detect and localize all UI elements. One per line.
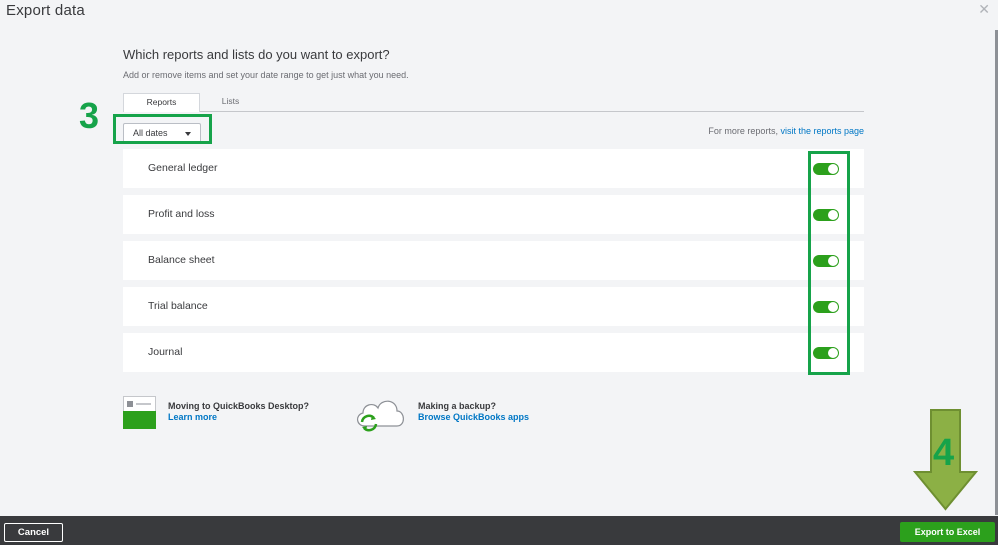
desktop-app-icon [123, 396, 156, 429]
report-label: Profit and loss [148, 208, 215, 220]
learn-more-link[interactable]: Learn more [168, 412, 309, 423]
report-label: Journal [148, 346, 183, 358]
export-to-excel-button[interactable]: Export to Excel [900, 522, 995, 542]
tab-bar: Reports Lists [123, 93, 864, 112]
cloud-sync-icon [357, 400, 404, 432]
cancel-button[interactable]: Cancel [4, 523, 63, 542]
close-icon[interactable]: ✕ [978, 2, 990, 16]
report-row-profit-and-loss: Profit and loss [123, 195, 864, 234]
tab-reports[interactable]: Reports [123, 93, 200, 112]
report-row-balance-sheet: Balance sheet [123, 241, 864, 280]
promo-backup-title: Making a backup? [418, 401, 497, 411]
dialog-footer: Cancel Export to Excel [0, 516, 998, 545]
report-label: Balance sheet [148, 254, 215, 266]
tab-lists[interactable]: Lists [208, 93, 253, 112]
annotation-step-4: 4 [933, 432, 955, 474]
page-subheading: Add or remove items and set your date ra… [123, 70, 409, 80]
visit-reports-page-link[interactable]: visit the reports page [780, 126, 864, 136]
report-label: General ledger [148, 162, 218, 174]
report-row-journal: Journal [123, 333, 864, 372]
report-label: Trial balance [148, 300, 208, 312]
report-row-general-ledger: General ledger [123, 149, 864, 188]
browse-quickbooks-apps-link[interactable]: Browse QuickBooks apps [418, 412, 529, 423]
promo-backup: Making a backup? Browse QuickBooks apps [418, 401, 529, 423]
more-reports-note: For more reports, visit the reports page [708, 126, 864, 136]
annotation-highlight-dropdown [113, 114, 212, 144]
page-heading: Which reports and lists do you want to e… [123, 47, 390, 62]
report-row-trial-balance: Trial balance [123, 287, 864, 326]
annotation-step-3: 3 [79, 95, 100, 136]
promo-desktop: Moving to QuickBooks Desktop? Learn more [168, 401, 309, 423]
dialog-title: Export data [6, 2, 85, 19]
promo-desktop-title: Moving to QuickBooks Desktop? [168, 401, 310, 411]
more-reports-text: For more reports, [708, 126, 781, 136]
annotation-highlight-toggles [808, 151, 850, 375]
